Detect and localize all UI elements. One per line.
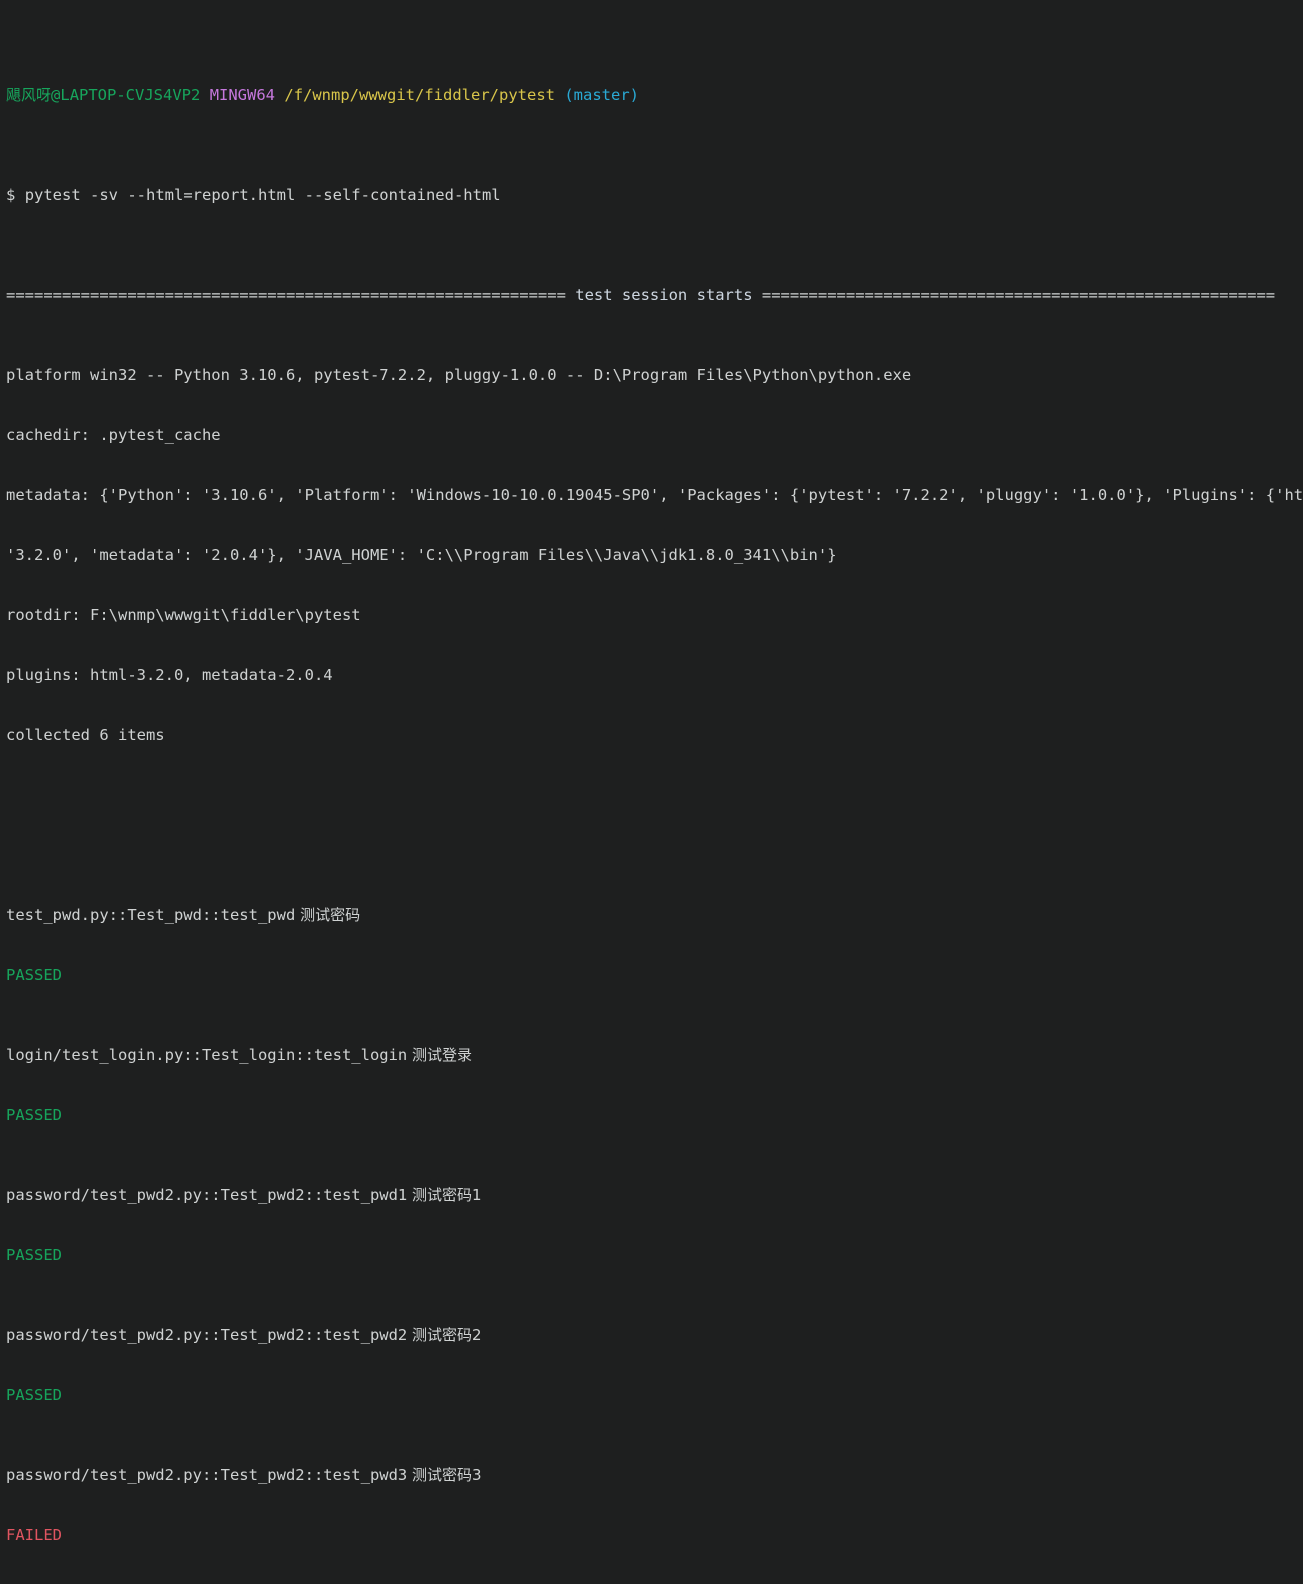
status-badge: PASSED [6, 966, 62, 984]
test-line: test_pwd.py::Test_pwd::test_pwd 测试密码 [6, 905, 1303, 925]
prompt-host: LAPTOP-CVJS4VP2 [60, 86, 201, 104]
test-printed-output: 测试密码3 [407, 1466, 482, 1484]
status-badge: PASSED [6, 1246, 62, 1264]
plugins-line: plugins: html-3.2.0, metadata-2.0.4 [6, 666, 333, 684]
test-status: PASSED [6, 965, 1303, 985]
status-badge: PASSED [6, 1106, 62, 1124]
test-status: PASSED [6, 1105, 1303, 1125]
header-title: test session starts [565, 286, 762, 304]
test-line: login/test_login.py::Test_login::test_lo… [6, 1045, 1303, 1065]
test-printed-output: 测试密码 [295, 906, 361, 924]
test-nodeid: password/test_pwd2.py::Test_pwd2::test_p… [6, 1186, 408, 1204]
status-badge: PASSED [6, 1386, 62, 1404]
status-badge: FAILED [6, 1526, 62, 1544]
prompt-symbol: $ [6, 186, 16, 204]
prompt-user: 飓风呀 [6, 86, 52, 104]
prompt-line: 飓风呀@LAPTOP-CVJS4VP2 MINGW64 /f/wnmp/wwwg… [6, 85, 1303, 105]
session-header: ========================================… [6, 285, 1303, 305]
test-printed-output: 测试登录 [407, 1046, 473, 1064]
prompt-branch: (master) [564, 86, 639, 104]
test-nodeid: password/test_pwd2.py::Test_pwd2::test_p… [6, 1326, 408, 1344]
metadata-line-1: metadata: {'Python': '3.10.6', 'Platform… [6, 486, 1303, 504]
prompt-path: /f/wnmp/wwwgit/fiddler/pytest [284, 86, 555, 104]
test-line: password/test_pwd2.py::Test_pwd2::test_p… [6, 1185, 1303, 1205]
test-nodeid: login/test_login.py::Test_login::test_lo… [6, 1046, 408, 1064]
test-line: password/test_pwd2.py::Test_pwd2::test_p… [6, 1465, 1303, 1485]
prompt-at: @ [51, 86, 61, 104]
metadata-line-2: '3.2.0', 'metadata': '2.0.4'}, 'JAVA_HOM… [6, 546, 837, 564]
cachedir-line: cachedir: .pytest_cache [6, 426, 221, 444]
prompt-shell: MINGW64 [209, 86, 276, 104]
test-nodeid: password/test_pwd2.py::Test_pwd2::test_p… [6, 1466, 408, 1484]
platform-line: platform win32 -- Python 3.10.6, pytest-… [6, 366, 912, 384]
test-printed-output: 测试密码1 [407, 1186, 482, 1204]
test-status: PASSED [6, 1245, 1303, 1265]
header-separator-left: ========================================… [6, 286, 566, 304]
test-nodeid: test_pwd.py::Test_pwd::test_pwd [6, 906, 296, 924]
command-text: pytest -sv --html=report.html --self-con… [24, 186, 501, 204]
header-separator-right: ========================================… [761, 286, 1276, 304]
test-status: PASSED [6, 1385, 1303, 1405]
test-printed-output: 测试密码2 [407, 1326, 482, 1344]
command-line[interactable]: $ pytest -sv --html=report.html --self-c… [6, 185, 1303, 205]
terminal-window[interactable]: 飓风呀@LAPTOP-CVJS4VP2 MINGW64 /f/wnmp/wwwg… [0, 0, 1303, 1544]
collected-line: collected 6 items [6, 726, 165, 744]
test-status: FAILED [6, 1525, 1303, 1545]
rootdir-line: rootdir: F:\wnmp\wwwgit\fiddler\pytest [6, 606, 361, 624]
test-line: password/test_pwd2.py::Test_pwd2::test_p… [6, 1325, 1303, 1345]
